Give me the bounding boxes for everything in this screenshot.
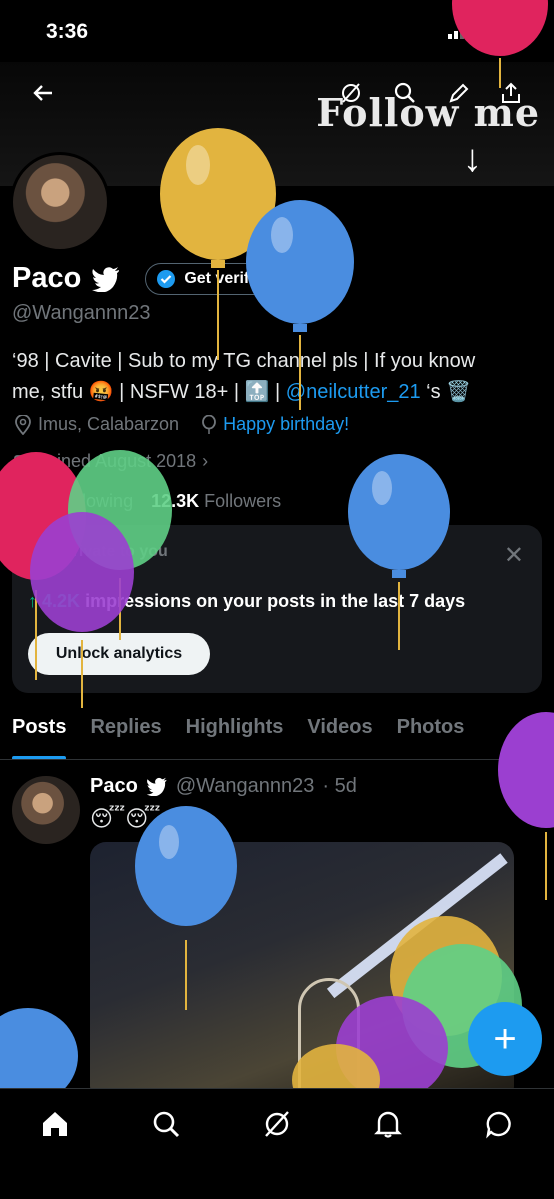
search-button[interactable] <box>392 80 418 106</box>
bio-text-end: ‘s 🗑️ <box>420 381 472 403</box>
tab-highlights[interactable]: Highlights <box>174 706 296 759</box>
analytics-card-title: Private to you <box>62 543 168 560</box>
verified-badge-icon <box>157 269 176 288</box>
back-button[interactable] <box>30 80 56 106</box>
bio-text: me, stfu 🤬 | NSFW 18+ | 🔝 | <box>12 381 286 403</box>
bottom-navigation <box>0 1088 554 1199</box>
chevron-right-icon: › <box>202 451 209 471</box>
grok-button[interactable] <box>338 80 364 106</box>
search-icon <box>153 1111 180 1138</box>
birthday-text: Happy birthday! <box>223 414 350 434</box>
bio-line-1: ‘98 | Cavite | Sub to my TG channel pls … <box>12 350 476 372</box>
battery-level: 13 <box>507 22 534 41</box>
bio-mention-link[interactable]: @neilcutter_21 <box>286 381 421 403</box>
clock: 3:36 <box>46 20 89 43</box>
tab-posts[interactable]: Posts <box>0 706 78 759</box>
trend-up-icon: ↑ <box>28 591 37 611</box>
banner-arrow: ↓ <box>463 138 482 180</box>
profile-name-row: Paco Get verified <box>12 262 288 295</box>
profile-bio: ‘98 | Cavite | Sub to my TG channel pls … <box>12 346 542 408</box>
status-icons: 13 <box>447 22 534 41</box>
post-text: 😴😴 <box>90 806 161 831</box>
post-image[interactable] <box>90 842 514 1102</box>
bio-line-2: me, stfu 🤬 | NSFW 18+ | 🔝 | @neilcutter_… <box>12 377 542 408</box>
post-time: · 5d <box>322 775 357 797</box>
unlock-analytics-button[interactable]: Unlock analytics <box>28 633 210 675</box>
grok-icon <box>342 83 360 103</box>
joined-date[interactable]: Joined August 2018 › <box>14 451 208 472</box>
pencil-icon <box>449 83 469 103</box>
signal-icon <box>447 24 470 39</box>
impressions-text: ↑ 4.2K impressions on your posts in the … <box>28 591 465 612</box>
profile-handle: @Wangannn23 <box>12 302 151 324</box>
close-icon[interactable]: ✕ <box>504 541 524 570</box>
followers-count: 12.3K <box>151 491 200 511</box>
following-count: 5.7K <box>14 491 53 511</box>
bird-icon <box>92 266 120 292</box>
post-header: Paco @Wangannn23 · 5d <box>90 775 357 798</box>
nav-search[interactable] <box>149 1107 183 1141</box>
location-item: Imus, Calabarzon <box>14 414 179 435</box>
tab-replies[interactable]: Replies <box>78 706 173 759</box>
following-link[interactable]: 5.7K Following <box>14 491 133 512</box>
birthday-item[interactable]: Happy birthday! <box>201 414 349 435</box>
back-arrow-icon <box>33 85 52 101</box>
followers-link[interactable]: 12.3K Followers <box>151 491 281 512</box>
status-bar: 3:36 13 <box>0 0 554 62</box>
bell-icon <box>373 1111 402 1138</box>
profile-name: Paco <box>12 262 82 294</box>
bird-icon <box>146 777 167 796</box>
nav-home[interactable] <box>38 1107 72 1141</box>
tab-photos[interactable]: Photos <box>385 706 477 759</box>
nav-notifications[interactable] <box>371 1107 405 1141</box>
analytics-card: Private to you ✕ ↑ 4.2K impressions on y… <box>12 525 542 693</box>
followers-label: Followers <box>204 491 282 511</box>
location-text: Imus, Calabarzon <box>38 414 180 434</box>
share-button[interactable] <box>498 80 524 106</box>
search-icon <box>394 82 415 103</box>
get-verified-button[interactable]: Get verified <box>145 262 288 295</box>
location-pin-icon <box>15 414 31 435</box>
get-verified-label: Get verified <box>184 269 273 287</box>
grok-icon <box>265 1111 289 1137</box>
following-label: Following <box>57 491 134 511</box>
nav-grok[interactable] <box>260 1107 294 1141</box>
home-icon <box>43 1112 68 1136</box>
light-streak <box>326 853 508 999</box>
calendar-icon <box>14 454 32 471</box>
compose-button[interactable]: + <box>468 1002 542 1076</box>
joined-text: Joined August 2018 <box>38 451 197 471</box>
profile-meta: Imus, Calabarzon Happy birthday! <box>14 414 349 435</box>
post-author-name[interactable]: Paco <box>90 775 138 798</box>
tab-videos[interactable]: Videos <box>295 706 384 759</box>
profile-avatar[interactable] <box>10 152 110 252</box>
post-author-handle[interactable]: @Wangannn23 <box>176 775 315 798</box>
nav-messages[interactable] <box>482 1107 516 1141</box>
post-avatar[interactable] <box>12 776 80 844</box>
impressions-count: 4.2K <box>42 591 81 611</box>
impressions-label: impressions on your posts in the last 7 … <box>85 591 466 611</box>
edit-button[interactable] <box>446 80 472 106</box>
wifi-icon <box>479 24 498 39</box>
arch-mirror <box>298 978 360 1102</box>
balloon-icon <box>202 414 216 434</box>
follow-stats: 5.7K Following 12.3K Followers <box>14 491 281 512</box>
share-icon <box>502 82 520 103</box>
profile-tabs: Posts Replies Highlights Videos Photos <box>0 706 554 760</box>
chat-bubble-icon <box>485 1111 511 1139</box>
